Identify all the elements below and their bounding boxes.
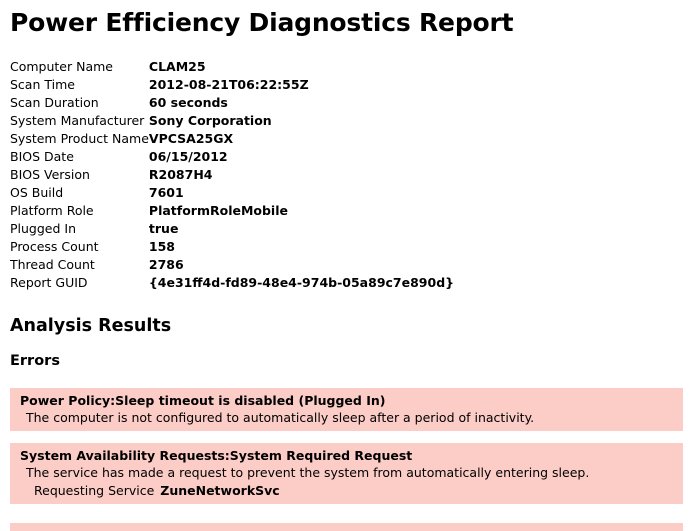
- error-description: The service has made a request to preven…: [26, 465, 590, 480]
- error-detail-value: ZuneNetworkSvc: [160, 483, 280, 498]
- error-title: System Availability Requests:System Requ…: [20, 448, 413, 463]
- info-value: 158: [148, 239, 175, 254]
- analysis-results-heading: Analysis Results: [10, 316, 172, 336]
- error-panel-clipped: [10, 523, 683, 531]
- table-row: Scan Duration 60 seconds: [10, 94, 454, 112]
- table-row: System Product Name VPCSA25GX: [10, 130, 454, 148]
- table-row: OS Build 7601: [10, 184, 454, 202]
- table-row: Plugged In true: [10, 220, 454, 238]
- info-value: 60 seconds: [148, 95, 228, 110]
- table-row: BIOS Date 06/15/2012: [10, 148, 454, 166]
- info-label: Thread Count: [10, 257, 95, 272]
- page-title: Power Efficiency Diagnostics Report: [10, 8, 514, 37]
- errors-heading: Errors: [10, 353, 60, 369]
- error-title: Power Policy:Sleep timeout is disabled (…: [20, 393, 386, 408]
- info-value: {4e31ff4d-fd89-48e4-974b-05a89c7e890d}: [148, 275, 455, 290]
- info-value: VPCSA25GX: [148, 131, 234, 146]
- info-value: 06/15/2012: [148, 149, 228, 164]
- info-value: PlatformRoleMobile: [148, 203, 288, 218]
- info-label: OS Build: [10, 185, 64, 200]
- info-value: CLAM25: [148, 59, 206, 74]
- table-row: Scan Time 2012-08-21T06:22:55Z: [10, 76, 454, 94]
- info-label: Scan Duration: [10, 95, 99, 110]
- info-label: Plugged In: [10, 221, 77, 236]
- spacer-label-column: [10, 292, 149, 310]
- info-label: Process Count: [10, 239, 99, 254]
- info-label: BIOS Version: [10, 167, 90, 182]
- info-value: Sony Corporation: [148, 113, 272, 128]
- info-label: System Manufacturer: [10, 113, 145, 128]
- info-value: R2087H4: [148, 167, 213, 182]
- system-info-body: Computer Name CLAM25 Scan Time 2012-08-2…: [10, 58, 454, 310]
- table-row: Computer Name CLAM25: [10, 58, 454, 76]
- error-panel: Power Policy:Sleep timeout is disabled (…: [10, 388, 683, 431]
- info-label: Computer Name: [10, 59, 113, 74]
- error-description: The computer is not configured to automa…: [26, 410, 535, 425]
- info-value: 7601: [148, 185, 184, 200]
- column-width-spacer: [10, 292, 454, 310]
- info-label: Report GUID: [10, 275, 88, 290]
- spacer-value-column: [149, 292, 454, 310]
- report-page: Power Efficiency Diagnostics Report Comp…: [0, 0, 700, 531]
- info-value: 2012-08-21T06:22:55Z: [148, 77, 309, 92]
- info-label: BIOS Date: [10, 149, 74, 164]
- table-row: System Manufacturer Sony Corporation: [10, 112, 454, 130]
- info-label: Platform Role: [10, 203, 94, 218]
- table-row: Report GUID {4e31ff4d-fd89-48e4-974b-05a…: [10, 274, 454, 292]
- error-detail-row: Requesting Service ZuneNetworkSvc: [20, 482, 683, 500]
- table-row: BIOS Version R2087H4: [10, 166, 454, 184]
- table-row: Platform Role PlatformRoleMobile: [10, 202, 454, 220]
- error-panel: System Availability Requests:System Requ…: [10, 443, 683, 504]
- table-row: Process Count 158: [10, 238, 454, 256]
- system-info-table: Computer Name CLAM25 Scan Time 2012-08-2…: [10, 58, 454, 310]
- info-value: 2786: [148, 257, 184, 272]
- error-detail-label: Requesting Service: [34, 483, 155, 498]
- info-value: true: [148, 221, 179, 236]
- info-label: System Product Name: [10, 131, 149, 146]
- table-row: Thread Count 2786: [10, 256, 454, 274]
- info-label: Scan Time: [10, 77, 75, 92]
